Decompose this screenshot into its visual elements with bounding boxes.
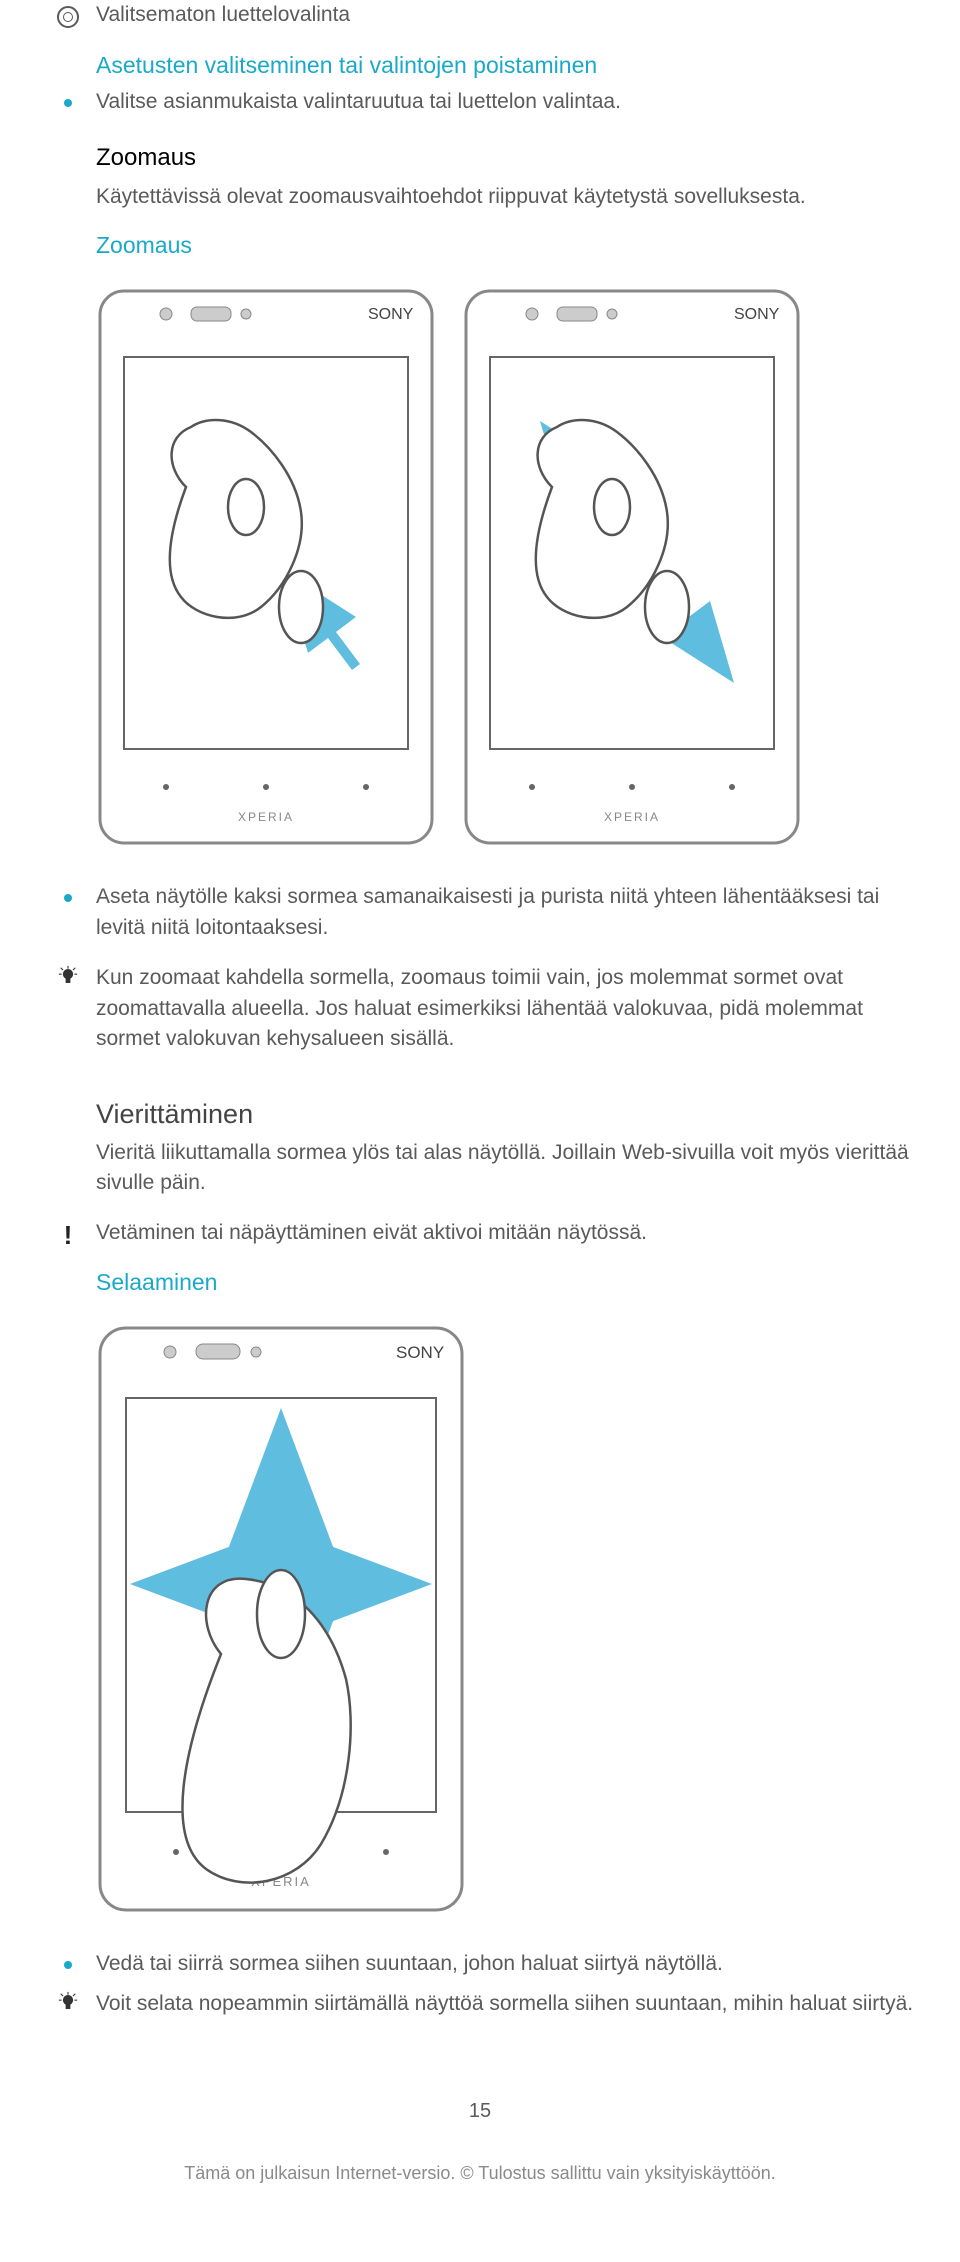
series-text: XPERIA [238,810,294,824]
lightbulb-icon [57,965,79,992]
radio-unselected-icon [57,6,79,28]
brand-text: SONY [368,306,414,323]
section-select-heading-row: Asetusten valitseminen tai valintojen po… [40,52,920,87]
zoom-bullet-text: Aseta näytölle kaksi sormea samanaikaise… [96,882,920,943]
bullet-text-select: Valitse asianmukaista valintaruutua tai … [96,87,920,117]
section-select-bullet-row: Valitse asianmukaista valintaruutua tai … [40,87,920,143]
document-page: Valitsematon luettelovalinta Asetusten v… [0,0,960,2262]
section-scroll-subheading-row: Selaaminen [40,1269,920,1304]
scroll-tip-text: Voit selata nopeammin siirtämällä näyttö… [96,1989,920,2019]
section-title-zoom: Zoomaus [96,144,920,172]
scroll-bullet-text: Vedä tai siirrä sormea siihen suuntaan, … [96,1949,920,1979]
svg-text:SONY: SONY [396,1343,444,1362]
phone-mockup-pinch-in: SONY XPERIA [96,287,436,852]
heading-browse-action: Selaaminen [96,1269,920,1296]
svg-text:SONY: SONY [734,306,780,323]
exclamation-icon: ! [64,1222,73,1248]
heading-zoom-action: Zoomaus [96,232,920,259]
zoom-bullet-row: Aseta näytölle kaksi sormea samanaikaise… [40,882,920,963]
bullet-icon [64,894,72,902]
scroll-warn-row: ! Vetäminen tai näpäyttäminen eivät akti… [40,1218,920,1268]
scroll-tip-row: Voit selata nopeammin siirtämällä näyttö… [40,1989,920,2039]
legend-text: Valitsematon luettelovalinta [96,0,920,30]
zoom-tip-text: Kun zoomaat kahdella sormella, zoomaus t… [96,963,920,1054]
lightbulb-icon [57,1991,79,2018]
footer-text: Tämä on julkaisun Internet-versio. © Tul… [40,2163,920,2184]
section-scroll-title-row: Vierittäminen Vieritä liikuttamalla sorm… [40,1075,920,1219]
scroll-bullet-row: Vedä tai siirrä sormea siihen suuntaan, … [40,1949,920,1989]
scroll-illustration: SONY XPERIA [96,1324,920,1919]
svg-text:XPERIA: XPERIA [604,810,660,824]
legend-row: Valitsematon luettelovalinta [40,0,920,52]
zoom-intro: Käytettävissä olevat zoomausvaihtoehdot … [96,182,920,212]
page-number: 15 [40,2100,920,2123]
phone-mockup-scroll: SONY XPERIA [96,1324,466,1919]
scroll-warn-text: Vetäminen tai näpäyttäminen eivät aktivo… [96,1218,920,1248]
bullet-icon [64,99,72,107]
heading-select-settings: Asetusten valitseminen tai valintojen po… [96,52,920,79]
zoom-illustration: SONY XPERIA [96,287,920,852]
section-title-scroll: Vierittäminen [96,1099,920,1130]
section-zoom-title-row: Zoomaus Käytettävissä olevat zoomausvaih… [40,144,920,267]
phone-mockup-pinch-out: SONY XPERIA [462,287,802,852]
scroll-intro: Vieritä liikuttamalla sormea ylös tai al… [96,1138,920,1199]
zoom-tip-row: Kun zoomaat kahdella sormella, zoomaus t… [40,963,920,1074]
bullet-icon [64,1961,72,1969]
